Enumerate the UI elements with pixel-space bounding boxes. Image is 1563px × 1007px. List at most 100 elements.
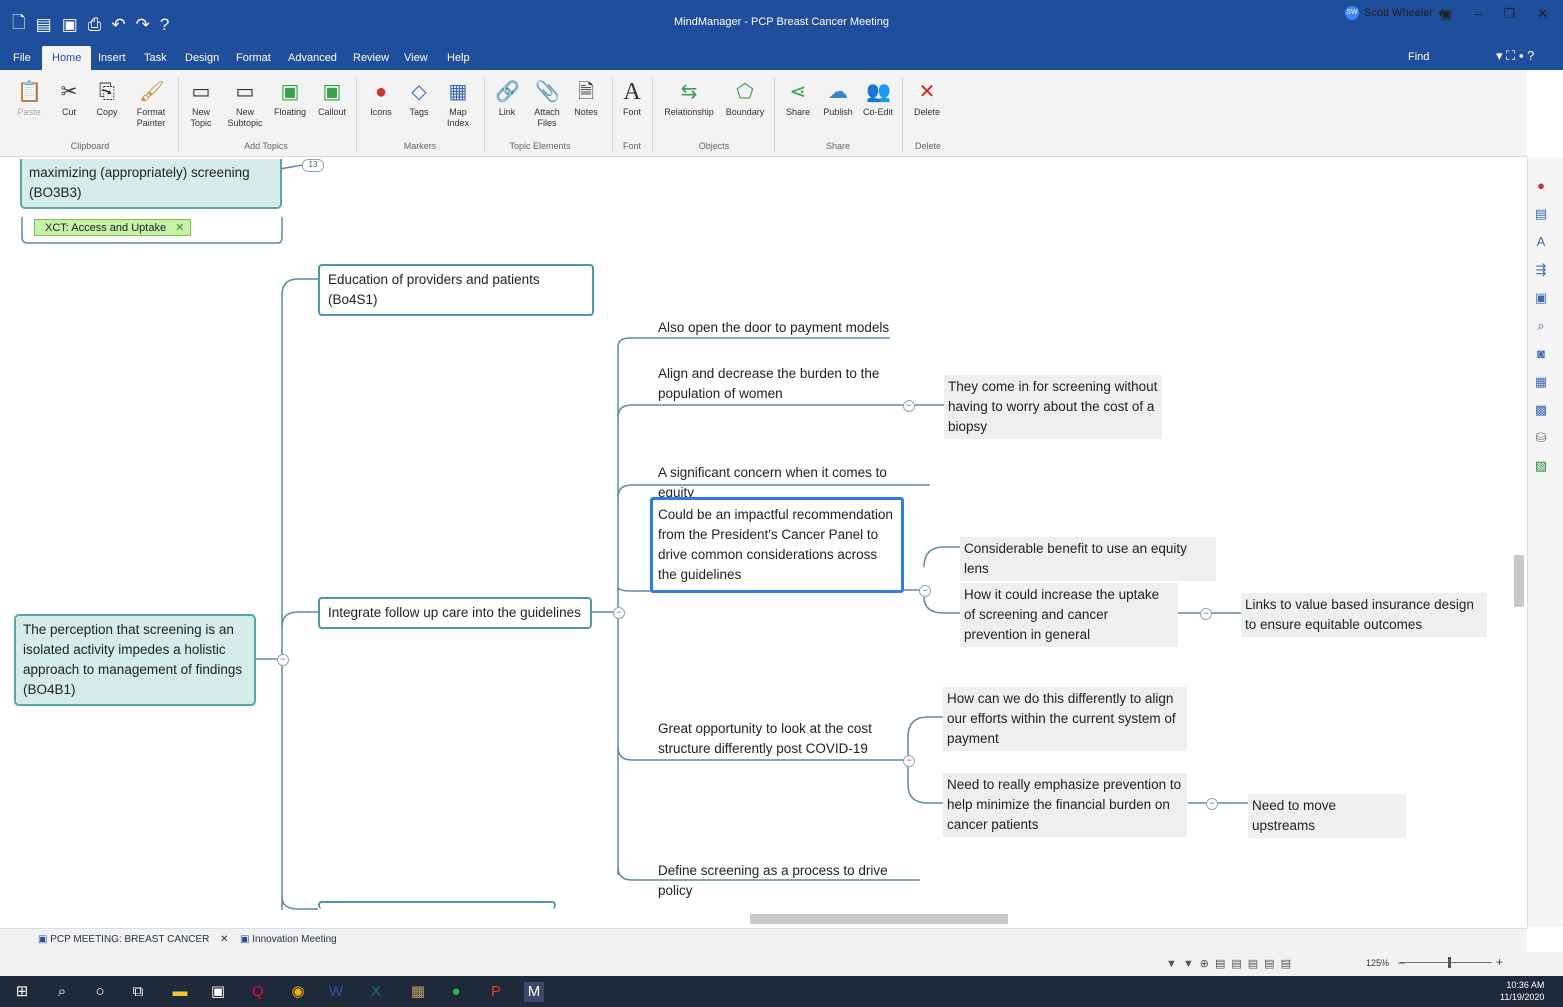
delete-button[interactable]: ✕ Delete	[910, 80, 944, 118]
task-view-icon[interactable]: ⧉	[128, 982, 148, 1002]
subtopic-cost-structure[interactable]: Great opportunity to look at the cost st…	[654, 717, 900, 761]
zoom-in-icon[interactable]: +	[1496, 955, 1503, 969]
binoculars-icon[interactable]: ▾ ⛶ ▪ ?	[1496, 48, 1534, 64]
tab-home[interactable]: Home	[42, 46, 92, 70]
subtopic-payment-models[interactable]: Also open the door to payment models	[654, 316, 894, 340]
minimize-icon[interactable]: –	[1474, 6, 1481, 22]
note-biopsy-cost[interactable]: They come in for screening without havin…	[944, 375, 1162, 439]
topic-fragment-bo3b3[interactable]: maximizing (appropriately) screening (BO…	[20, 159, 282, 209]
tab-task[interactable]: Task	[144, 52, 167, 64]
link-button[interactable]: 🔗 Link	[492, 80, 522, 118]
font-button[interactable]: A Font	[616, 80, 648, 118]
format-painter-button[interactable]: 🖌 Format Painter	[130, 80, 172, 129]
note-move-upstreams[interactable]: Need to move upstreams	[1248, 794, 1406, 838]
zoom-slider-thumb[interactable]	[1448, 957, 1451, 968]
new-subtopic-button[interactable]: ▭ New Subtopic	[224, 80, 266, 129]
collapse-toggle[interactable]: −	[919, 585, 931, 597]
system-clock[interactable]: 10:36 AM 11/19/2020	[1500, 979, 1544, 1003]
outlook-icon[interactable]: ◙	[1533, 346, 1549, 362]
calendar-icon[interactable]: ▦	[1533, 374, 1549, 390]
excel-link-icon[interactable]: ▧	[1533, 458, 1549, 474]
tag-access-uptake[interactable]: XCT: Access and Uptake ✕	[34, 219, 192, 236]
q-app-icon[interactable]: Q	[248, 982, 268, 1002]
close-icon[interactable]: ✕	[220, 934, 228, 945]
task-info-icon[interactable]: ▤	[1533, 206, 1549, 222]
search-icon[interactable]: ⌕	[52, 982, 72, 1002]
tag-close-icon[interactable]: ✕	[175, 222, 184, 234]
subtopic-align-burden[interactable]: Align and decrease the burden to the pop…	[654, 362, 890, 406]
filter-icons[interactable]: ▼▼⊕▤▤▤▤▤	[1166, 957, 1297, 970]
note-equity-lens[interactable]: Considerable benefit to use an equity le…	[960, 537, 1216, 581]
library-icon[interactable]: ⇶	[1533, 262, 1549, 278]
tab-insert[interactable]: Insert	[98, 52, 126, 64]
paste-button[interactable]: 📋 Paste	[14, 80, 44, 118]
ribbon-display-icon[interactable]: ▣	[1440, 6, 1452, 22]
close-icon[interactable]: ✕	[1537, 6, 1548, 22]
note-increase-uptake[interactable]: How it could increase the uptake of scre…	[960, 583, 1178, 647]
cortana-icon[interactable]: ○	[90, 982, 110, 1002]
tags-button[interactable]: ◇ Tags	[404, 80, 434, 118]
attach-files-button[interactable]: 📎 Attach Files	[528, 80, 566, 129]
collapsed-count-badge[interactable]: 13	[302, 159, 324, 172]
vertical-scroll-thumb[interactable]	[1514, 555, 1524, 607]
note-value-based-design[interactable]: Links to value based insurance design to…	[1241, 593, 1487, 637]
mindmanager-icon[interactable]: M	[524, 982, 544, 1002]
new-topic-button[interactable]: ▭ New Topic	[184, 80, 218, 129]
horizontal-scroll-thumb[interactable]	[750, 914, 1008, 924]
boundary-button[interactable]: ⬠ Boundary	[722, 80, 768, 118]
map-canvas[interactable]: maximizing (appropriately) screening (BO…	[0, 157, 1527, 910]
topic-integrate[interactable]: Integrate follow up care into the guidel…	[318, 597, 592, 629]
chrome-icon[interactable]: ◉	[288, 982, 308, 1002]
restore-icon[interactable]: ❐	[1504, 6, 1516, 22]
selected-topic-recommendation[interactable]: Could be an impactful recommendation fro…	[650, 497, 904, 593]
floating-button[interactable]: ▣ Floating	[270, 80, 310, 118]
topic-cutoff[interactable]	[318, 901, 556, 909]
note-align-efforts[interactable]: How can we do this differently to align …	[943, 687, 1187, 751]
zoom-out-icon[interactable]: –	[1398, 955, 1405, 969]
search-icon[interactable]: ⌕	[1533, 318, 1549, 334]
tab-file[interactable]: File	[13, 52, 31, 64]
collapse-toggle[interactable]: −	[903, 400, 915, 412]
tab-review[interactable]: Review	[353, 52, 389, 64]
powerpoint-icon[interactable]: P	[486, 982, 506, 1002]
tab-format[interactable]: Format	[236, 52, 271, 64]
spotify-icon[interactable]: ●	[446, 982, 466, 1002]
publish-button[interactable]: ☁ Publish	[820, 80, 856, 118]
share-button[interactable]: ⋖ Share	[782, 80, 814, 118]
tab-advanced[interactable]: Advanced	[288, 52, 337, 64]
relationship-button[interactable]: ⇆ Relationship	[660, 80, 718, 118]
tab-help[interactable]: Help	[447, 52, 470, 64]
calculator-icon[interactable]: ▦	[408, 982, 428, 1002]
vertical-scrollbar[interactable]	[1512, 160, 1526, 910]
central-topic[interactable]: The perception that screening is an isol…	[14, 614, 256, 706]
user-account[interactable]: SW Scott Wheeler ▾	[1345, 6, 1444, 20]
zoom-slider[interactable]	[1400, 962, 1492, 963]
cut-button[interactable]: ✂ Cut	[54, 80, 84, 118]
find-button[interactable]: Find	[1408, 51, 1429, 63]
database-icon[interactable]: ⛁	[1533, 430, 1549, 446]
copy-button[interactable]: ⎘ Copy	[92, 80, 122, 118]
collapse-toggle[interactable]: −	[613, 607, 625, 619]
icons-pane-icon[interactable]: ●	[1533, 178, 1549, 194]
topic-education[interactable]: Education of providers and patients (Bo4…	[318, 264, 594, 316]
doc-tab-pcp-meeting[interactable]: ▣ PCP MEETING: BREAST CANCER ✕	[38, 934, 229, 945]
map-parts-icon[interactable]: ▣	[1533, 290, 1549, 306]
word-icon[interactable]: W	[326, 982, 346, 1002]
tab-design[interactable]: Design	[185, 52, 219, 64]
collapse-toggle[interactable]: −	[1200, 608, 1212, 620]
co-edit-button[interactable]: 👥 Co-Edit	[860, 80, 896, 118]
outlook-tasks-icon[interactable]: ▩	[1533, 402, 1549, 418]
note-emphasize-prevention[interactable]: Need to really emphasize prevention to h…	[943, 773, 1187, 837]
notes-button[interactable]: 🗎 Notes	[570, 80, 602, 118]
format-pane-icon[interactable]: A	[1533, 234, 1549, 250]
subtopic-define-screening[interactable]: Define screening as a process to drive p…	[654, 859, 926, 903]
callout-button[interactable]: ▣ Callout	[314, 80, 350, 118]
map-index-button[interactable]: ▦ Map Index	[440, 80, 476, 129]
icons-button[interactable]: ● Icons	[364, 80, 398, 118]
file-explorer-icon[interactable]: ▬	[170, 982, 190, 1002]
store-icon[interactable]: ▣	[208, 982, 228, 1002]
collapse-toggle[interactable]: −	[903, 755, 915, 767]
windows-start-icon[interactable]: ⊞	[12, 982, 32, 1002]
collapse-toggle[interactable]: −	[1206, 798, 1218, 810]
collapse-toggle[interactable]: −	[277, 654, 289, 666]
